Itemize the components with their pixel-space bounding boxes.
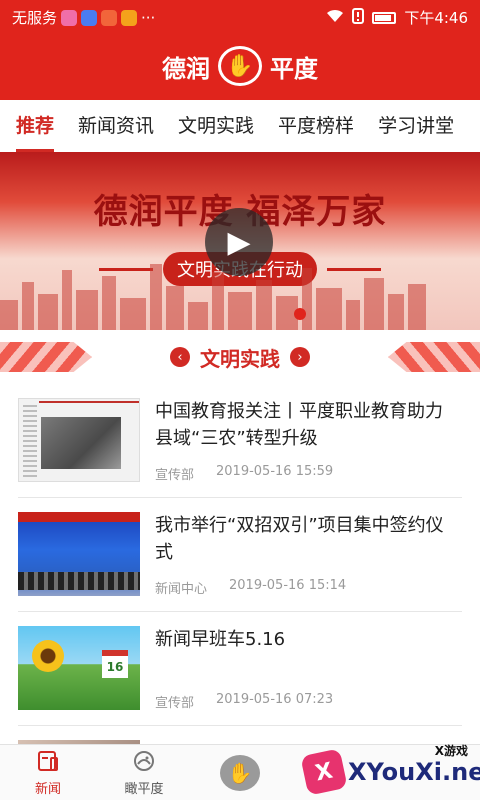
nav-label: 新闻 xyxy=(34,781,61,797)
sunflower-graphic xyxy=(32,640,64,672)
news-title: 新闻早班车5.16 xyxy=(155,629,286,650)
nav-label: 瞰平度 xyxy=(124,781,164,797)
news-item[interactable]: 中国教育报关注丨平度职业教育助力县域“三农”转型升级 宣传部 2019-05-1… xyxy=(18,384,462,498)
status-left: 无服务 ··· xyxy=(12,7,155,28)
watermark-badge: X xyxy=(300,748,348,796)
thumb-rule xyxy=(39,401,139,403)
hand-logo-icon: ✋ xyxy=(220,755,260,791)
thumb-crowd xyxy=(18,572,140,590)
more-notifications-text: ··· xyxy=(141,8,156,27)
tab-lecture-hall[interactable]: 学习讲堂 xyxy=(378,100,454,152)
news-time: 2019-05-16 07:23 xyxy=(216,692,334,707)
news-item[interactable]: 16 新闻早班车5.16 宣传部 2019-05-16 07:23 xyxy=(18,612,462,726)
news-meta: 宣传部 2019-05-16 15:59 xyxy=(155,464,333,483)
section-decoration-right xyxy=(388,342,480,372)
news-time: 2019-05-16 15:14 xyxy=(229,578,347,593)
news-meta: 新闻中心 2019-05-16 15:14 xyxy=(155,578,346,597)
tab-recommend[interactable]: 推荐 xyxy=(16,100,55,152)
nav-news[interactable]: 新闻 xyxy=(0,745,96,800)
title-right-text: 平度 xyxy=(270,54,318,83)
news-title: 中国教育报关注丨平度职业教育助力县域“三农”转型升级 xyxy=(155,401,443,449)
app-title: 德润 ✋ 平度 xyxy=(0,44,480,88)
news-icon xyxy=(37,750,59,776)
status-bar: 无服务 ··· 下午4:46 xyxy=(0,0,480,34)
news-item[interactable]: 我市举行“双招双引”项目集中签约仪式 新闻中心 2019-05-16 15:14 xyxy=(18,498,462,612)
hand-logo-icon: ✋ xyxy=(218,46,262,86)
news-thumbnail: 16 xyxy=(18,626,140,710)
notification-app-icon xyxy=(101,9,118,26)
wifi-icon xyxy=(326,9,344,27)
site-watermark: X XYouXi.net X游戏 xyxy=(300,738,480,798)
thumb-text-lines xyxy=(23,405,37,477)
tab-civilization-practice[interactable]: 文明实践 xyxy=(178,100,254,152)
status-right: 下午4:46 xyxy=(326,7,468,28)
news-meta: 宣传部 2019-05-16 07:23 xyxy=(155,692,333,711)
battery-icon xyxy=(372,11,397,24)
notification-app-icon xyxy=(121,9,138,26)
news-source: 新闻中心 xyxy=(155,582,208,597)
tab-news[interactable]: 新闻资讯 xyxy=(78,100,154,152)
section-prev-icon[interactable]: ‹ xyxy=(170,347,190,367)
notification-app-icon xyxy=(61,9,78,26)
title-left-text: 德润 xyxy=(162,54,210,83)
carrier-text: 无服务 xyxy=(12,9,58,27)
category-tabs: 推荐 新闻资讯 文明实践 平度榜样 学习讲堂 xyxy=(0,100,480,152)
clock-text: 下午4:46 xyxy=(404,9,468,27)
sim-alert-icon xyxy=(352,7,365,28)
watermark-text: XYouXi.net xyxy=(348,758,480,786)
news-thumbnail xyxy=(18,512,140,596)
news-source: 宣传部 xyxy=(155,468,195,483)
watermark-small-text: X游戏 xyxy=(434,744,468,758)
news-title: 我市举行“双招双引”项目集中签约仪式 xyxy=(155,515,444,563)
thumb-banner-strip xyxy=(18,512,140,522)
nav-explore[interactable]: 瞰平度 xyxy=(96,745,192,800)
section-header: ‹ 文明实践 › xyxy=(0,338,480,376)
section-title: 文明实践 xyxy=(200,346,280,371)
app-header: 无服务 ··· 下午4:46 德润 ✋ 平度 xyxy=(0,0,480,100)
section-decoration-left xyxy=(0,342,92,372)
tab-role-models[interactable]: 平度榜样 xyxy=(278,100,354,152)
play-video-button[interactable]: ▶ xyxy=(205,208,273,276)
thumb-photo xyxy=(41,417,121,469)
carousel-indicator[interactable] xyxy=(294,308,306,320)
section-next-icon[interactable]: › xyxy=(290,347,310,367)
calendar-icon: 16 xyxy=(102,650,128,678)
news-thumbnail xyxy=(18,398,140,482)
notification-app-icon xyxy=(81,9,98,26)
nav-home-logo[interactable]: ✋ xyxy=(192,745,288,800)
explore-icon xyxy=(133,750,155,776)
news-source: 宣传部 xyxy=(155,696,195,711)
news-time: 2019-05-16 15:59 xyxy=(216,464,334,479)
